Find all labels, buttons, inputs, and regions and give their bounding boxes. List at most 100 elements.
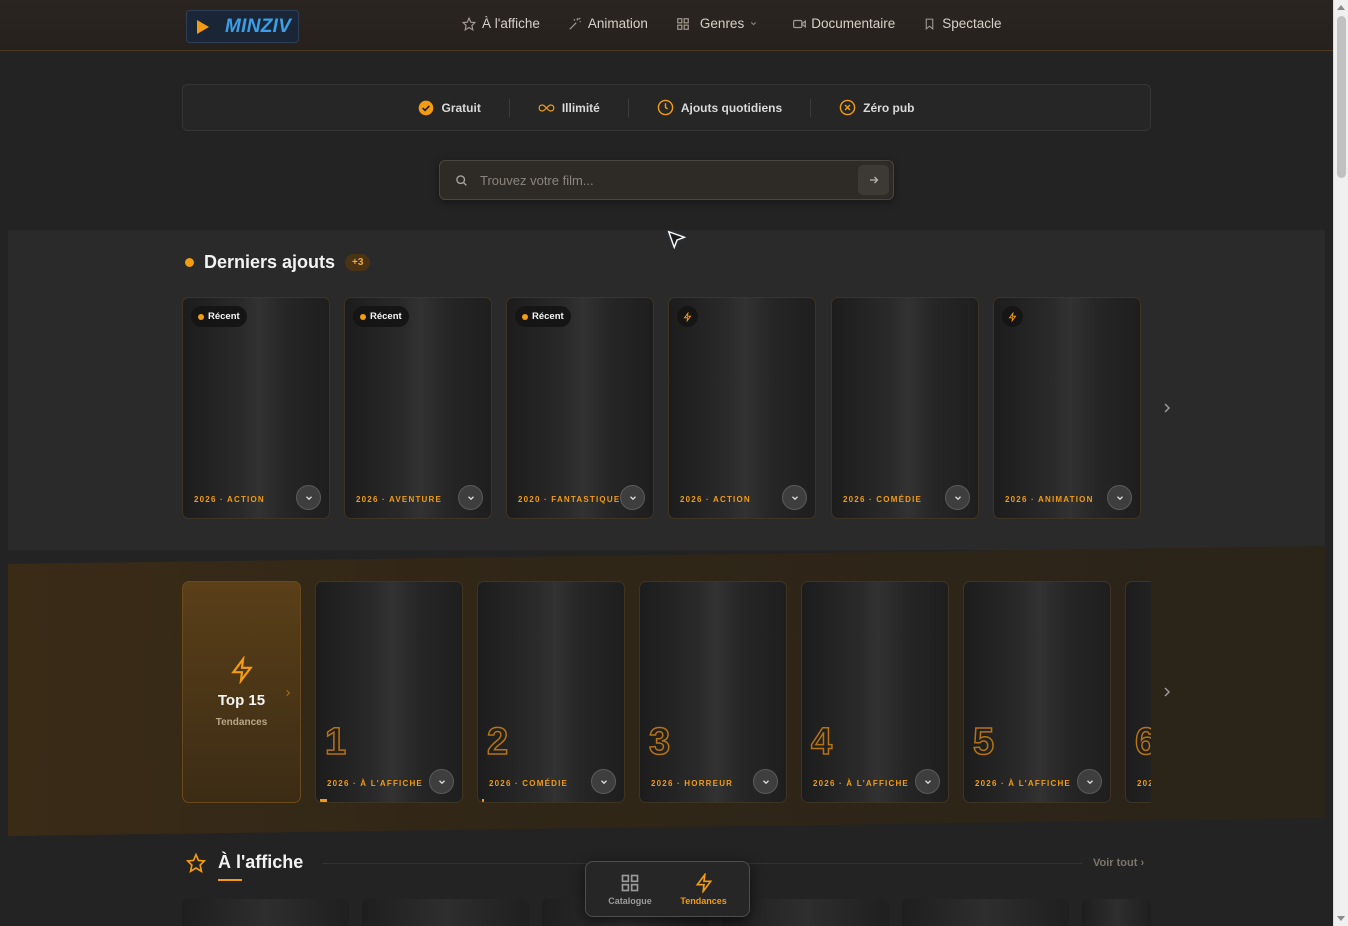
- movie-card[interactable]: 2026 · ANIMATION: [993, 297, 1141, 519]
- expand-button[interactable]: [429, 769, 454, 794]
- nav-item-affiche[interactable]: À l'affiche: [462, 16, 540, 31]
- magic-wand-icon: [569, 17, 581, 30]
- expand-button[interactable]: [782, 485, 807, 510]
- feature-zero-pub: Zéro pub: [810, 98, 942, 117]
- chevron-down-icon: [924, 779, 931, 784]
- movie-card-placeholder: [902, 899, 1069, 926]
- nav-label: Genres: [699, 16, 745, 31]
- nav-label: Documentaire: [811, 16, 896, 31]
- trending-tag: [1002, 306, 1023, 327]
- rank-number: 5: [972, 720, 995, 764]
- chevron-down-icon: [762, 779, 769, 784]
- search-icon: [456, 175, 467, 186]
- card-meta: 2026 · ACTION: [194, 495, 265, 504]
- movie-card-placeholder: [182, 899, 349, 926]
- logo[interactable]: MINZIV: [186, 10, 299, 43]
- card-meta: 2026 · COMÉDIE: [489, 779, 569, 788]
- chevron-down-icon: [954, 495, 961, 500]
- chevron-down-icon: [629, 495, 636, 500]
- nav-item-documentaire[interactable]: Documentaire: [792, 16, 895, 31]
- page: MINZIV À l'affiche Animation Genres Docu…: [0, 0, 1333, 926]
- dock-tendances[interactable]: Tendances: [680, 872, 727, 906]
- see-all-link[interactable]: Voir tout ›: [1093, 857, 1144, 869]
- top-header: MINZIV À l'affiche Animation Genres Docu…: [0, 0, 1333, 51]
- expand-button[interactable]: [296, 485, 321, 510]
- carousel-next-icon[interactable]: [1161, 685, 1173, 699]
- movie-card[interactable]: 2026 · ACTION: [668, 297, 816, 519]
- card-meta: 2026 · À L'AFFICHE: [975, 779, 1071, 788]
- latest-title: Derniers ajouts: [204, 252, 336, 272]
- section-dot: [185, 258, 194, 267]
- watch-progress: [320, 799, 327, 802]
- expand-button[interactable]: [591, 769, 616, 794]
- card-meta: 2026 · COMÉDIE: [843, 495, 923, 504]
- movie-card[interactable]: 2026 · COMÉDIE: [831, 297, 979, 519]
- carousel-next-icon[interactable]: [1161, 401, 1173, 415]
- chevron-down-icon: [791, 495, 798, 500]
- movie-card[interactable]: Récent 2026 · ACTION: [182, 297, 330, 519]
- search-box: [439, 160, 894, 200]
- trending-card[interactable]: 2 2026 · COMÉDIE: [477, 581, 625, 803]
- clock-icon: [657, 99, 674, 116]
- lightning-icon: [695, 872, 712, 893]
- tag-dot: [360, 313, 366, 320]
- grid-icon: [677, 17, 689, 30]
- movie-card-placeholder: [1082, 899, 1151, 926]
- chevron-down-icon: [600, 779, 607, 784]
- nav-item-animation[interactable]: Animation: [568, 16, 648, 31]
- scroll-thumb[interactable]: [1337, 16, 1346, 178]
- expand-button[interactable]: [620, 485, 645, 510]
- affiche-header: À l'affiche: [186, 852, 304, 881]
- chevron-down-icon: [438, 779, 445, 784]
- recent-tag: Récent: [191, 306, 247, 327]
- scroll-down-icon[interactable]: [1337, 916, 1345, 921]
- lightning-icon: [230, 656, 253, 684]
- expand-button[interactable]: [1077, 769, 1102, 794]
- rank-number: 1: [324, 720, 347, 764]
- check-circle-icon: [419, 100, 434, 115]
- trending-card[interactable]: 3 2026 · HORREUR: [639, 581, 787, 803]
- mouse-cursor-icon: [667, 230, 687, 250]
- top15-subtitle: Tendances: [215, 717, 268, 728]
- recent-tag: Récent: [353, 306, 409, 327]
- card-meta: 202: [1137, 779, 1151, 788]
- top15-card[interactable]: Top 15 Tendances: [182, 581, 301, 803]
- card-meta: 2020 · FANTASTIQUE: [518, 495, 621, 504]
- recent-tag: Récent: [515, 306, 571, 327]
- latest-count-badge: +3: [345, 254, 371, 271]
- trending-card[interactable]: 1 2026 · À L'AFFICHE: [315, 581, 463, 803]
- card-meta: 2026 · ANIMATION: [1005, 495, 1094, 504]
- chevron-down-icon: [751, 21, 757, 26]
- lightning-icon: [683, 311, 692, 322]
- expand-button[interactable]: [458, 485, 483, 510]
- star-icon: [186, 852, 206, 873]
- nav-item-genres[interactable]: Genres: [676, 16, 764, 31]
- scroll-up-icon[interactable]: [1337, 5, 1345, 10]
- affiche-title: À l'affiche: [218, 852, 304, 881]
- expand-button[interactable]: [753, 769, 778, 794]
- trending-card[interactable]: 5 2026 · À L'AFFICHE: [963, 581, 1111, 803]
- search-input[interactable]: [480, 169, 860, 191]
- movie-card[interactable]: Récent 2020 · FANTASTIQUE: [506, 297, 654, 519]
- chevron-right-icon: [286, 689, 291, 697]
- trending-card[interactable]: 6 202: [1125, 581, 1151, 803]
- search-submit-button[interactable]: [858, 165, 889, 195]
- expand-button[interactable]: [1107, 485, 1132, 510]
- chevron-down-icon: [467, 495, 474, 500]
- play-icon: [197, 19, 209, 34]
- arrow-right-icon: [869, 176, 878, 184]
- expand-button[interactable]: [945, 485, 970, 510]
- nav-item-spectacle[interactable]: Spectacle: [923, 16, 1002, 31]
- scrollbar[interactable]: [1333, 0, 1348, 926]
- trending-card[interactable]: 4 2026 · À L'AFFICHE: [801, 581, 949, 803]
- no-ads-icon: [839, 99, 856, 116]
- tag-dot: [198, 313, 204, 320]
- nav-label: Animation: [587, 16, 648, 31]
- expand-button[interactable]: [915, 769, 940, 794]
- chevron-down-icon: [1086, 779, 1093, 784]
- rank-number: 6: [1134, 720, 1151, 764]
- rank-number: 4: [810, 720, 833, 764]
- dock-catalogue[interactable]: Catalogue: [608, 873, 652, 906]
- rank-number: 3: [648, 720, 671, 764]
- movie-card[interactable]: Récent 2026 · AVENTURE: [344, 297, 492, 519]
